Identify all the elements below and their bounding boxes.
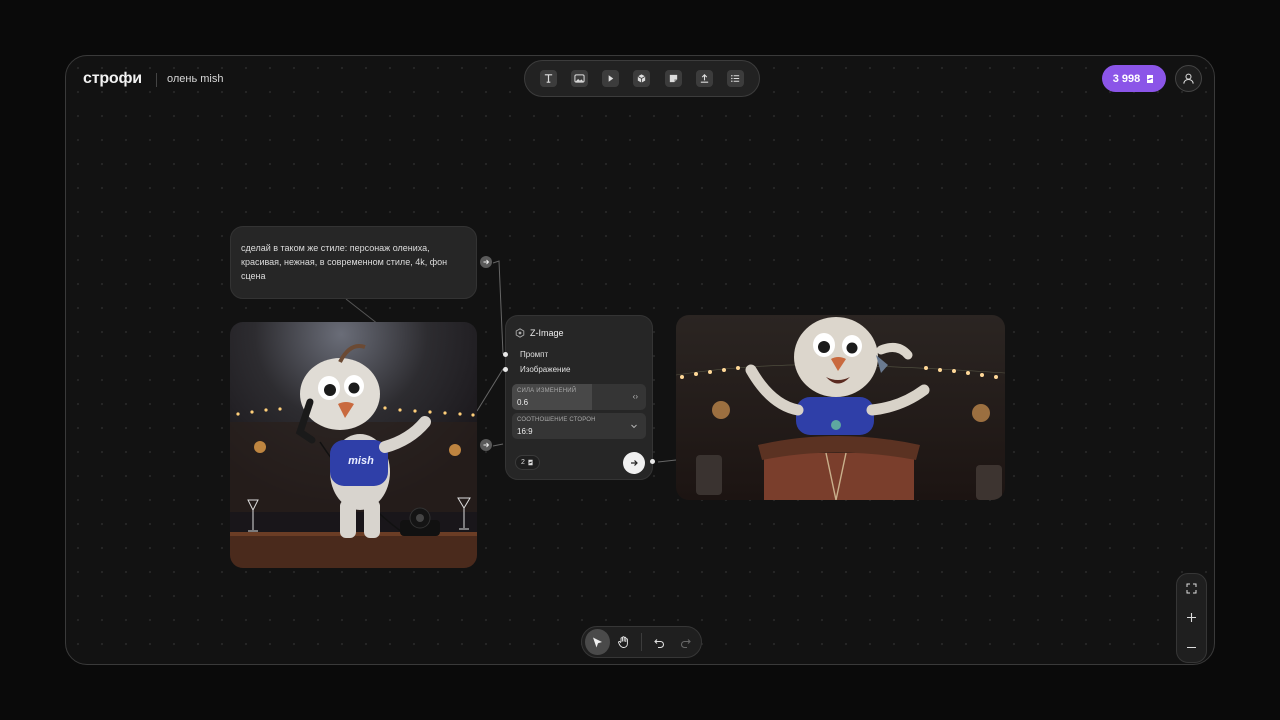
upload-tool-button[interactable] — [695, 70, 713, 87]
header-divider — [156, 73, 157, 87]
zoom-controls — [1176, 573, 1207, 663]
model-node[interactable]: Z-Image Промпт Изображение СИЛА ИЗМЕНЕНИ… — [503, 315, 653, 480]
model-output-port[interactable] — [650, 459, 655, 464]
toolbar-divider — [641, 633, 642, 651]
note-tool-button[interactable] — [664, 70, 682, 87]
result-image — [676, 315, 1005, 500]
cursor-arrow-icon — [592, 637, 602, 647]
input-port-dot[interactable] — [503, 367, 508, 373]
input-label: Изображение — [520, 365, 571, 374]
credit-coin-icon — [1147, 74, 1154, 83]
shirt-print: mish — [348, 455, 374, 467]
result-image-node[interactable] — [676, 315, 1005, 500]
fit-screen-icon — [1186, 583, 1197, 594]
aspect-label: СООТНОШЕНИЕ СТОРОН — [517, 417, 596, 423]
video-tool-icon — [609, 75, 614, 82]
select-tool-button[interactable] — [585, 629, 610, 655]
credits-badge[interactable]: 3 998 — [1102, 65, 1166, 92]
source-image-node[interactable]: mish — [230, 322, 477, 568]
user-avatar-button[interactable] — [1175, 65, 1202, 92]
strength-slider[interactable]: СИЛА ИЗМЕНЕНИЙ 0.6 ‹› — [512, 384, 646, 410]
fit-view-button[interactable] — [1180, 577, 1204, 601]
list-tool-button[interactable] — [726, 70, 744, 87]
drag-arrows-icon: ‹› — [632, 392, 638, 401]
redo-icon — [681, 638, 692, 648]
credits-amount: 3 998 — [1112, 72, 1141, 85]
upload-tool-icon — [700, 74, 708, 83]
plus-icon — [1187, 613, 1196, 623]
strength-label: СИЛА ИЗМЕНЕНИЙ — [517, 388, 577, 394]
3d-tool-icon — [638, 74, 646, 83]
zoom-in-button[interactable] — [1180, 606, 1204, 630]
source-image: mish — [230, 322, 477, 568]
aspect-ratio-select[interactable]: СООТНОШЕНИЕ СТОРОН 16:9 — [512, 413, 646, 439]
undo-button[interactable] — [647, 629, 672, 655]
aspect-value: 16:9 — [517, 427, 533, 436]
hand-icon — [617, 636, 628, 648]
prompt-text: сделай в таком же стиле: персонаж олених… — [241, 243, 448, 281]
user-icon — [1183, 73, 1194, 84]
prompt-output-port[interactable] — [480, 256, 492, 268]
video-tool-button[interactable] — [602, 70, 620, 87]
model-title: Z-Image — [530, 328, 564, 338]
input-port-dot[interactable] — [503, 352, 508, 358]
image-tool-button[interactable] — [571, 70, 589, 87]
input-prompt[interactable]: Промпт — [503, 350, 554, 359]
text-tool-button[interactable] — [540, 70, 558, 87]
canvas-window: строфи олень mish 3 998 сделай в таком ж… — [65, 55, 1215, 665]
run-button[interactable] — [623, 452, 645, 474]
credit-coin-icon — [528, 459, 533, 466]
arrow-right-icon — [483, 442, 490, 448]
cost-badge: 2 — [515, 455, 540, 470]
input-label: Промпт — [520, 350, 549, 359]
brand-logo[interactable]: строфи — [83, 70, 142, 88]
image-tool-icon — [574, 74, 585, 83]
image-output-port[interactable] — [480, 439, 492, 451]
cost-value: 2 — [521, 459, 525, 466]
model-icon — [515, 328, 525, 338]
minus-icon — [1187, 646, 1196, 648]
input-image[interactable]: Изображение — [503, 365, 576, 374]
undo-icon — [653, 638, 664, 648]
prompt-node[interactable]: сделай в таком же стиле: персонаж олених… — [230, 226, 477, 299]
arrow-right-icon — [483, 259, 490, 265]
note-tool-icon — [669, 74, 677, 83]
text-tool-icon — [544, 74, 553, 83]
zoom-out-button[interactable] — [1180, 635, 1204, 659]
project-name[interactable]: олень mish — [167, 73, 224, 85]
top-toolbar — [524, 60, 760, 97]
strength-value: 0.6 — [517, 398, 529, 407]
arrow-right-icon — [631, 460, 638, 466]
bottom-toolbar — [581, 626, 702, 658]
chevron-down-icon — [631, 424, 637, 429]
list-tool-icon — [731, 75, 740, 82]
pan-tool-button[interactable] — [612, 629, 637, 655]
3d-tool-button[interactable] — [633, 70, 651, 87]
redo-button[interactable] — [673, 629, 698, 655]
